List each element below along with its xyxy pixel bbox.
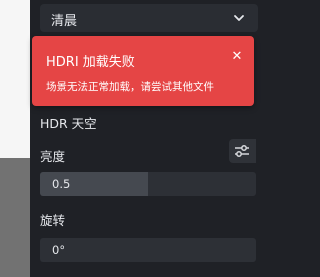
error-toast: HDRI 加载失败 ✕ 场景无法正常加载，请尝试其他文件 bbox=[32, 36, 254, 106]
viewport-edge bbox=[0, 0, 30, 277]
rotation-value: 0° bbox=[52, 243, 66, 257]
close-icon[interactable]: ✕ bbox=[230, 50, 244, 64]
rotation-label: 旋转 bbox=[40, 213, 66, 228]
environment-preset-select[interactable]: 清晨 bbox=[40, 4, 258, 32]
rotation-slider[interactable]: 0° bbox=[40, 238, 256, 262]
toast-message: 场景无法正常加载，请尝试其他文件 bbox=[46, 81, 214, 93]
sliders-icon bbox=[235, 145, 249, 157]
toast-title: HDRI 加载失败 bbox=[46, 55, 135, 70]
brightness-label: 亮度 bbox=[40, 149, 66, 164]
brightness-slider[interactable]: 0.5 bbox=[40, 172, 256, 196]
adjust-settings-button[interactable] bbox=[229, 139, 256, 163]
preset-select-value: 清晨 bbox=[51, 14, 78, 29]
environment-settings-panel: 清晨 HDRI 加载失败 ✕ 场景无法正常加载，请尝试其他文件 HDR 天空 亮… bbox=[30, 0, 258, 277]
viewport-bright-area bbox=[0, 0, 30, 158]
viewport-ground-area bbox=[0, 158, 30, 277]
chevron-down-icon bbox=[234, 15, 244, 21]
brightness-value: 0.5 bbox=[52, 177, 71, 191]
section-title-hdr-sky: HDR 天空 bbox=[40, 116, 97, 131]
